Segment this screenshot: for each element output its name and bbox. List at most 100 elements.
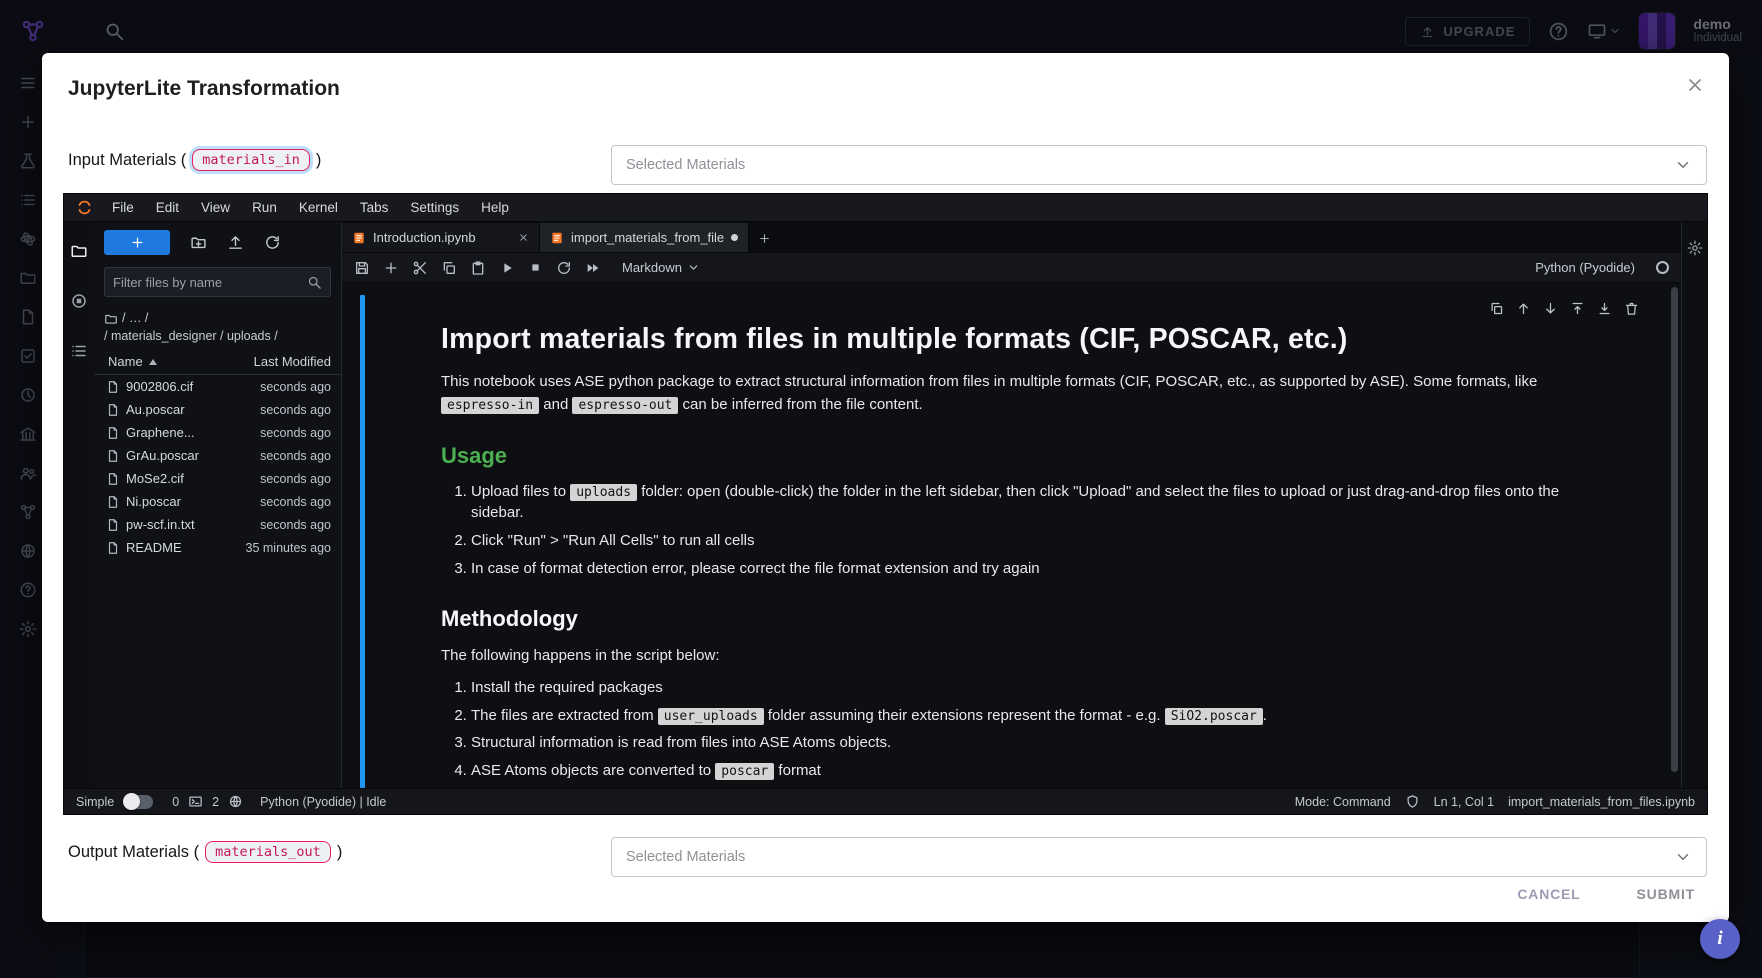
- kernel-status-text[interactable]: Python (Pyodide) | Idle: [260, 795, 386, 809]
- menu-kernel[interactable]: Kernel: [288, 194, 349, 221]
- active-file-name: import_materials_from_files.ipynb: [1508, 795, 1695, 809]
- column-name[interactable]: Name: [108, 354, 254, 369]
- save-button[interactable]: [354, 260, 370, 276]
- file-list-header: Name Last Modified: [94, 347, 341, 375]
- close-dialog-button[interactable]: [1685, 75, 1705, 95]
- input-selected-materials-select[interactable]: Selected Materials: [611, 145, 1707, 185]
- md-title: Import materials from files in multiple …: [441, 323, 1613, 356]
- methodology-item: Install the required packages: [471, 677, 1613, 699]
- file-browser: / … / / materials_designer / uploads / N…: [94, 222, 342, 788]
- search-icon: [307, 275, 322, 290]
- input-materials-suffix: ): [316, 151, 322, 170]
- kernel-status-icon[interactable]: [1656, 261, 1669, 274]
- new-launcher-button[interactable]: [104, 230, 170, 255]
- property-inspector-icon[interactable]: [1687, 240, 1703, 256]
- menu-file[interactable]: File: [101, 194, 145, 221]
- file-row[interactable]: Au.poscarseconds ago: [94, 398, 341, 421]
- cursor-position[interactable]: Ln 1, Col 1: [1434, 795, 1494, 809]
- jupyter-menubar: File Edit View Run Kernel Tabs Settings …: [64, 194, 1707, 222]
- file-row[interactable]: Ni.poscarseconds ago: [94, 490, 341, 513]
- add-tab-button[interactable]: [749, 223, 779, 252]
- file-icon: [106, 403, 120, 417]
- restart-run-all-button[interactable]: [585, 260, 601, 276]
- menu-run[interactable]: Run: [241, 194, 288, 221]
- input-select-placeholder: Selected Materials: [626, 157, 1674, 173]
- output-materials-prefix: Output Materials (: [68, 843, 199, 862]
- tab-import-materials-from-file[interactable]: import_materials_from_file: [540, 223, 749, 252]
- kernel-name[interactable]: Python (Pyodide): [1535, 260, 1635, 275]
- run-cell-button[interactable]: [499, 260, 515, 276]
- submit-button[interactable]: SUBMIT: [1627, 878, 1705, 910]
- file-row[interactable]: MoSe2.cifseconds ago: [94, 467, 341, 490]
- dialog-title: JupyterLite Transformation: [68, 77, 340, 101]
- input-materials-code-chip: materials_in: [192, 149, 310, 171]
- output-materials-label: Output Materials ( materials_out ): [68, 841, 342, 863]
- status-left: Simple 0 2 Python (Pyodide) | Idle: [76, 794, 386, 809]
- markdown-cell[interactable]: Import materials from files in multiple …: [360, 295, 1655, 788]
- jupyterlite-transformation-dialog: JupyterLite Transformation Input Materia…: [42, 53, 1729, 922]
- duplicate-cell-icon[interactable]: [1489, 301, 1504, 316]
- jupyter-body: / … / / materials_designer / uploads / N…: [64, 222, 1707, 788]
- input-materials-label: Input Materials ( materials_in ): [68, 149, 321, 171]
- file-row[interactable]: pw-scf.in.txtseconds ago: [94, 513, 341, 536]
- dialog-footer: CANCEL SUBMIT: [1507, 878, 1705, 910]
- file-row[interactable]: GrAu.poscarseconds ago: [94, 444, 341, 467]
- file-icon: [106, 495, 120, 509]
- move-cell-up-icon[interactable]: [1516, 301, 1531, 316]
- running-sessions-icon[interactable]: [70, 292, 88, 310]
- copy-cell-button[interactable]: [441, 260, 457, 276]
- refresh-file-list-button[interactable]: [264, 234, 281, 251]
- paste-cell-button[interactable]: [470, 260, 486, 276]
- notebook-toolbar: Markdown Python (Pyodide): [342, 253, 1681, 283]
- md-intro-paragraph: This notebook uses ASE python package to…: [441, 370, 1613, 417]
- file-row[interactable]: Graphene...seconds ago: [94, 421, 341, 444]
- status-right: Mode: Command Ln 1, Col 1 import_materia…: [1295, 794, 1695, 809]
- file-icon: [106, 541, 120, 555]
- notebook-scrollbar[interactable]: [1671, 287, 1678, 772]
- output-selected-materials-select[interactable]: Selected Materials: [611, 837, 1707, 877]
- tab-introduction-ipynb[interactable]: Introduction.ipynb: [342, 223, 540, 252]
- move-cell-down-icon[interactable]: [1543, 301, 1558, 316]
- kernel-count[interactable]: 2: [212, 795, 219, 809]
- close-tab-icon[interactable]: [518, 232, 529, 243]
- jupyter-logo-icon: [76, 199, 93, 217]
- insert-cell-button[interactable]: [383, 260, 399, 276]
- home-folder-icon: [104, 312, 118, 326]
- insert-cell-below-icon[interactable]: [1597, 301, 1612, 316]
- menu-edit[interactable]: Edit: [145, 194, 190, 221]
- stop-kernel-button[interactable]: [528, 260, 543, 275]
- menu-help[interactable]: Help: [470, 194, 520, 221]
- file-icon: [106, 380, 120, 394]
- cut-cell-button[interactable]: [412, 260, 428, 276]
- file-icon: [106, 518, 120, 532]
- column-last-modified[interactable]: Last Modified: [254, 354, 331, 369]
- insert-cell-above-icon[interactable]: [1570, 301, 1585, 316]
- file-filter[interactable]: [104, 267, 331, 297]
- output-materials-suffix: ): [337, 843, 343, 862]
- file-row[interactable]: README35 minutes ago: [94, 536, 341, 559]
- menu-tabs[interactable]: Tabs: [349, 194, 400, 221]
- files-tab-icon[interactable]: [70, 242, 88, 260]
- cell-type-select[interactable]: Markdown: [622, 260, 700, 275]
- simple-mode-toggle[interactable]: [123, 795, 153, 809]
- right-activity-bar: [1681, 222, 1707, 788]
- command-mode-indicator[interactable]: Mode: Command: [1295, 795, 1391, 809]
- menu-view[interactable]: View: [190, 194, 241, 221]
- breadcrumb[interactable]: / … / / materials_designer / uploads /: [94, 303, 341, 347]
- info-fab-button[interactable]: i: [1700, 919, 1740, 959]
- cancel-button[interactable]: CANCEL: [1507, 878, 1590, 910]
- menu-settings[interactable]: Settings: [399, 194, 470, 221]
- notebook-content: Import materials from files in multiple …: [342, 283, 1681, 788]
- breadcrumb-line1: / … /: [122, 311, 148, 325]
- table-of-contents-icon[interactable]: [70, 342, 88, 360]
- upload-files-button[interactable]: [227, 234, 244, 251]
- file-filter-input[interactable]: [113, 275, 307, 290]
- new-folder-button[interactable]: [190, 234, 207, 251]
- terminal-count[interactable]: 0: [172, 795, 179, 809]
- file-row[interactable]: 9002806.cifseconds ago: [94, 375, 341, 398]
- delete-cell-icon[interactable]: [1624, 301, 1639, 316]
- input-materials-prefix: Input Materials (: [68, 151, 186, 170]
- close-icon: [1685, 75, 1705, 95]
- usage-item: Upload files to uploads folder: open (do…: [471, 481, 1613, 525]
- restart-kernel-button[interactable]: [556, 260, 572, 276]
